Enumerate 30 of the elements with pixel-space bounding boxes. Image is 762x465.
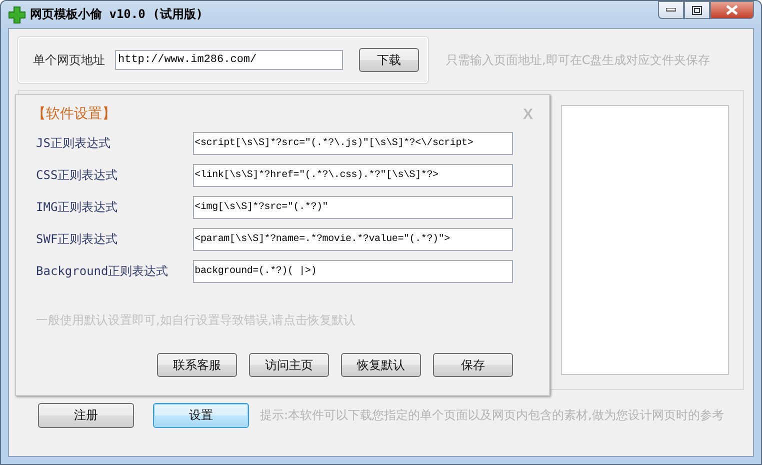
close-icon [726, 5, 738, 15]
field-label: CSS正则表达式 [36, 166, 119, 184]
url-hint: 只需输入页面地址,即可在C盘生成对应文件夹保存 [446, 52, 710, 68]
regex-field[interactable]: background=(.*?)( |>) [192, 260, 513, 282]
dialog-button[interactable]: 恢复默认 [341, 353, 421, 377]
dialog-button[interactable]: 保存 [433, 353, 513, 377]
regex-field[interactable]: <param[\s\S]*?name=.*?movie.*?value="(.*?)"> [192, 228, 513, 250]
minimize-icon [666, 8, 676, 12]
url-label: 单个网页地址 [33, 52, 105, 68]
field-label: SWF正则表达式 [36, 230, 119, 248]
plus-icon [8, 6, 26, 24]
url-field[interactable]: http://www.im286.com/ [115, 50, 343, 70]
maximize-icon [692, 6, 702, 14]
settings-button[interactable]: 设置 [153, 403, 249, 428]
field-label: IMG正则表达式 [36, 198, 119, 216]
dialog-button[interactable]: 访问主页 [249, 353, 329, 377]
field-label: Background正则表达式 [36, 262, 170, 280]
tip-text: 提示:本软件可以下载您指定的单个页面以及网页内包含的素材,做为您设计网页时的参考 [260, 407, 724, 424]
dialog-button[interactable]: 联系客服 [157, 353, 237, 377]
dialog-title: 【软件设置】 [32, 105, 116, 123]
regex-field[interactable]: <img[\s\S]*?src="(.*?)" [192, 196, 513, 218]
regex-field[interactable]: <script[\s\S]*?src="(.*?\.js)"[\s\S]*?<\/script> [192, 132, 513, 154]
register-button[interactable]: 注册 [38, 403, 134, 428]
regex-field[interactable]: <link[\s\S]*?href="(.*?\.css).*?"[\s\S]*?> [192, 164, 513, 186]
maximize-button[interactable] [684, 1, 710, 19]
window-title: 网页模板小偷 v10.0 (试用版) [30, 6, 204, 23]
minimize-button[interactable] [658, 1, 684, 19]
close-button[interactable] [710, 1, 754, 19]
download-button[interactable]: 下载 [359, 48, 419, 72]
field-label: JS正则表达式 [36, 134, 112, 152]
